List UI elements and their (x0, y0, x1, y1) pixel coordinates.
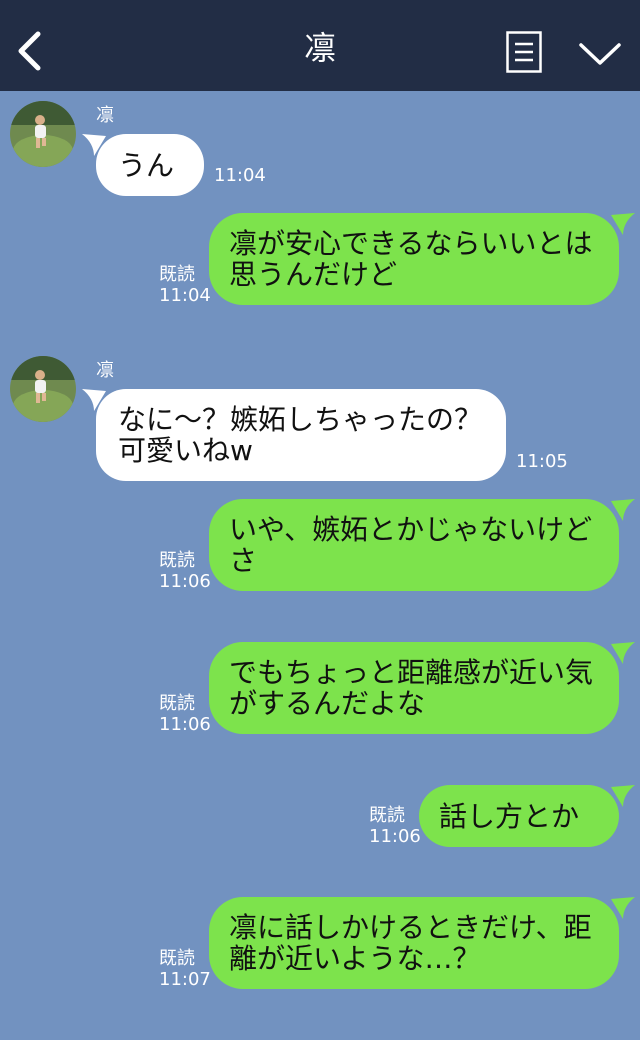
sender-name: 凛 (96, 105, 114, 126)
incoming-message-bubble[interactable]: なに〜？嫉妬しちゃったの？可愛いねw (82, 389, 506, 481)
bubble-tail-icon (82, 389, 106, 411)
read-status: 既読 11:06 (159, 693, 211, 735)
chat-header: 凛 (0, 0, 640, 91)
avatar[interactable] (10, 356, 76, 422)
bubble-tail-icon (611, 785, 635, 807)
avatar-photo-icon (10, 101, 76, 167)
avatar[interactable] (10, 101, 76, 167)
bubble-tail-icon (611, 499, 635, 521)
read-label: 既読 (159, 948, 195, 969)
message-text: いや、嫉妬とかじゃないけどさ (229, 513, 593, 577)
read-status: 既読 11:07 (159, 948, 211, 990)
read-label: 既読 (159, 264, 195, 285)
outgoing-message-bubble[interactable]: 凛が安心できるならいいとは思うんだけど (209, 213, 635, 305)
bubble-tail-icon (82, 134, 106, 156)
message-text: 話し方とか (439, 799, 580, 833)
read-status: 既読 11:04 (159, 264, 211, 306)
outgoing-message-bubble[interactable]: 凛に話しかけるときだけ、距離が近いような…？ (209, 897, 635, 989)
bubble-tail-icon (611, 213, 635, 235)
message-time: 11:04 (159, 285, 211, 306)
avatar-photo-icon (10, 356, 76, 422)
read-label: 既読 (159, 550, 195, 571)
bubble-tail-icon (611, 642, 635, 664)
message-text: でもちょっと距離感が近い気がするんだよな (229, 656, 594, 720)
read-status: 既読 11:06 (369, 805, 421, 847)
note-icon[interactable] (506, 31, 542, 73)
message-text: 凛が安心できるならいいとは思うんだけど (229, 227, 593, 291)
message-text: なに〜？嫉妬しちゃったの？可愛いねw (118, 403, 483, 467)
outgoing-message-bubble[interactable]: でもちょっと距離感が近い気がするんだよな (209, 642, 635, 734)
message-time: 11:06 (159, 571, 211, 592)
incoming-message-bubble[interactable]: うん (82, 134, 204, 196)
message-time: 11:06 (159, 714, 211, 735)
chat-title: 凛 (303, 29, 336, 67)
message-time: 11:07 (159, 969, 211, 990)
outgoing-message-bubble[interactable]: いや、嫉妬とかじゃないけどさ (209, 499, 635, 591)
read-status: 既読 11:06 (159, 550, 211, 592)
message-time: 11:05 (516, 451, 568, 472)
message-text: 凛に話しかけるときだけ、距離が近いような…？ (229, 911, 592, 975)
message-time: 11:04 (214, 165, 266, 186)
message-text: うん (118, 148, 175, 182)
sender-name: 凛 (96, 360, 114, 381)
outgoing-message-bubble[interactable]: 話し方とか (419, 785, 635, 847)
read-label: 既読 (159, 693, 195, 714)
chat-area: 凛 うん 11:04 凛が安心できるならいいとは思うんだけど 既読 11:04 … (0, 91, 640, 1040)
chevron-down-icon[interactable] (578, 40, 622, 68)
bubble-tail-icon (611, 897, 635, 919)
read-label: 既読 (369, 805, 405, 826)
message-time: 11:06 (369, 826, 421, 847)
